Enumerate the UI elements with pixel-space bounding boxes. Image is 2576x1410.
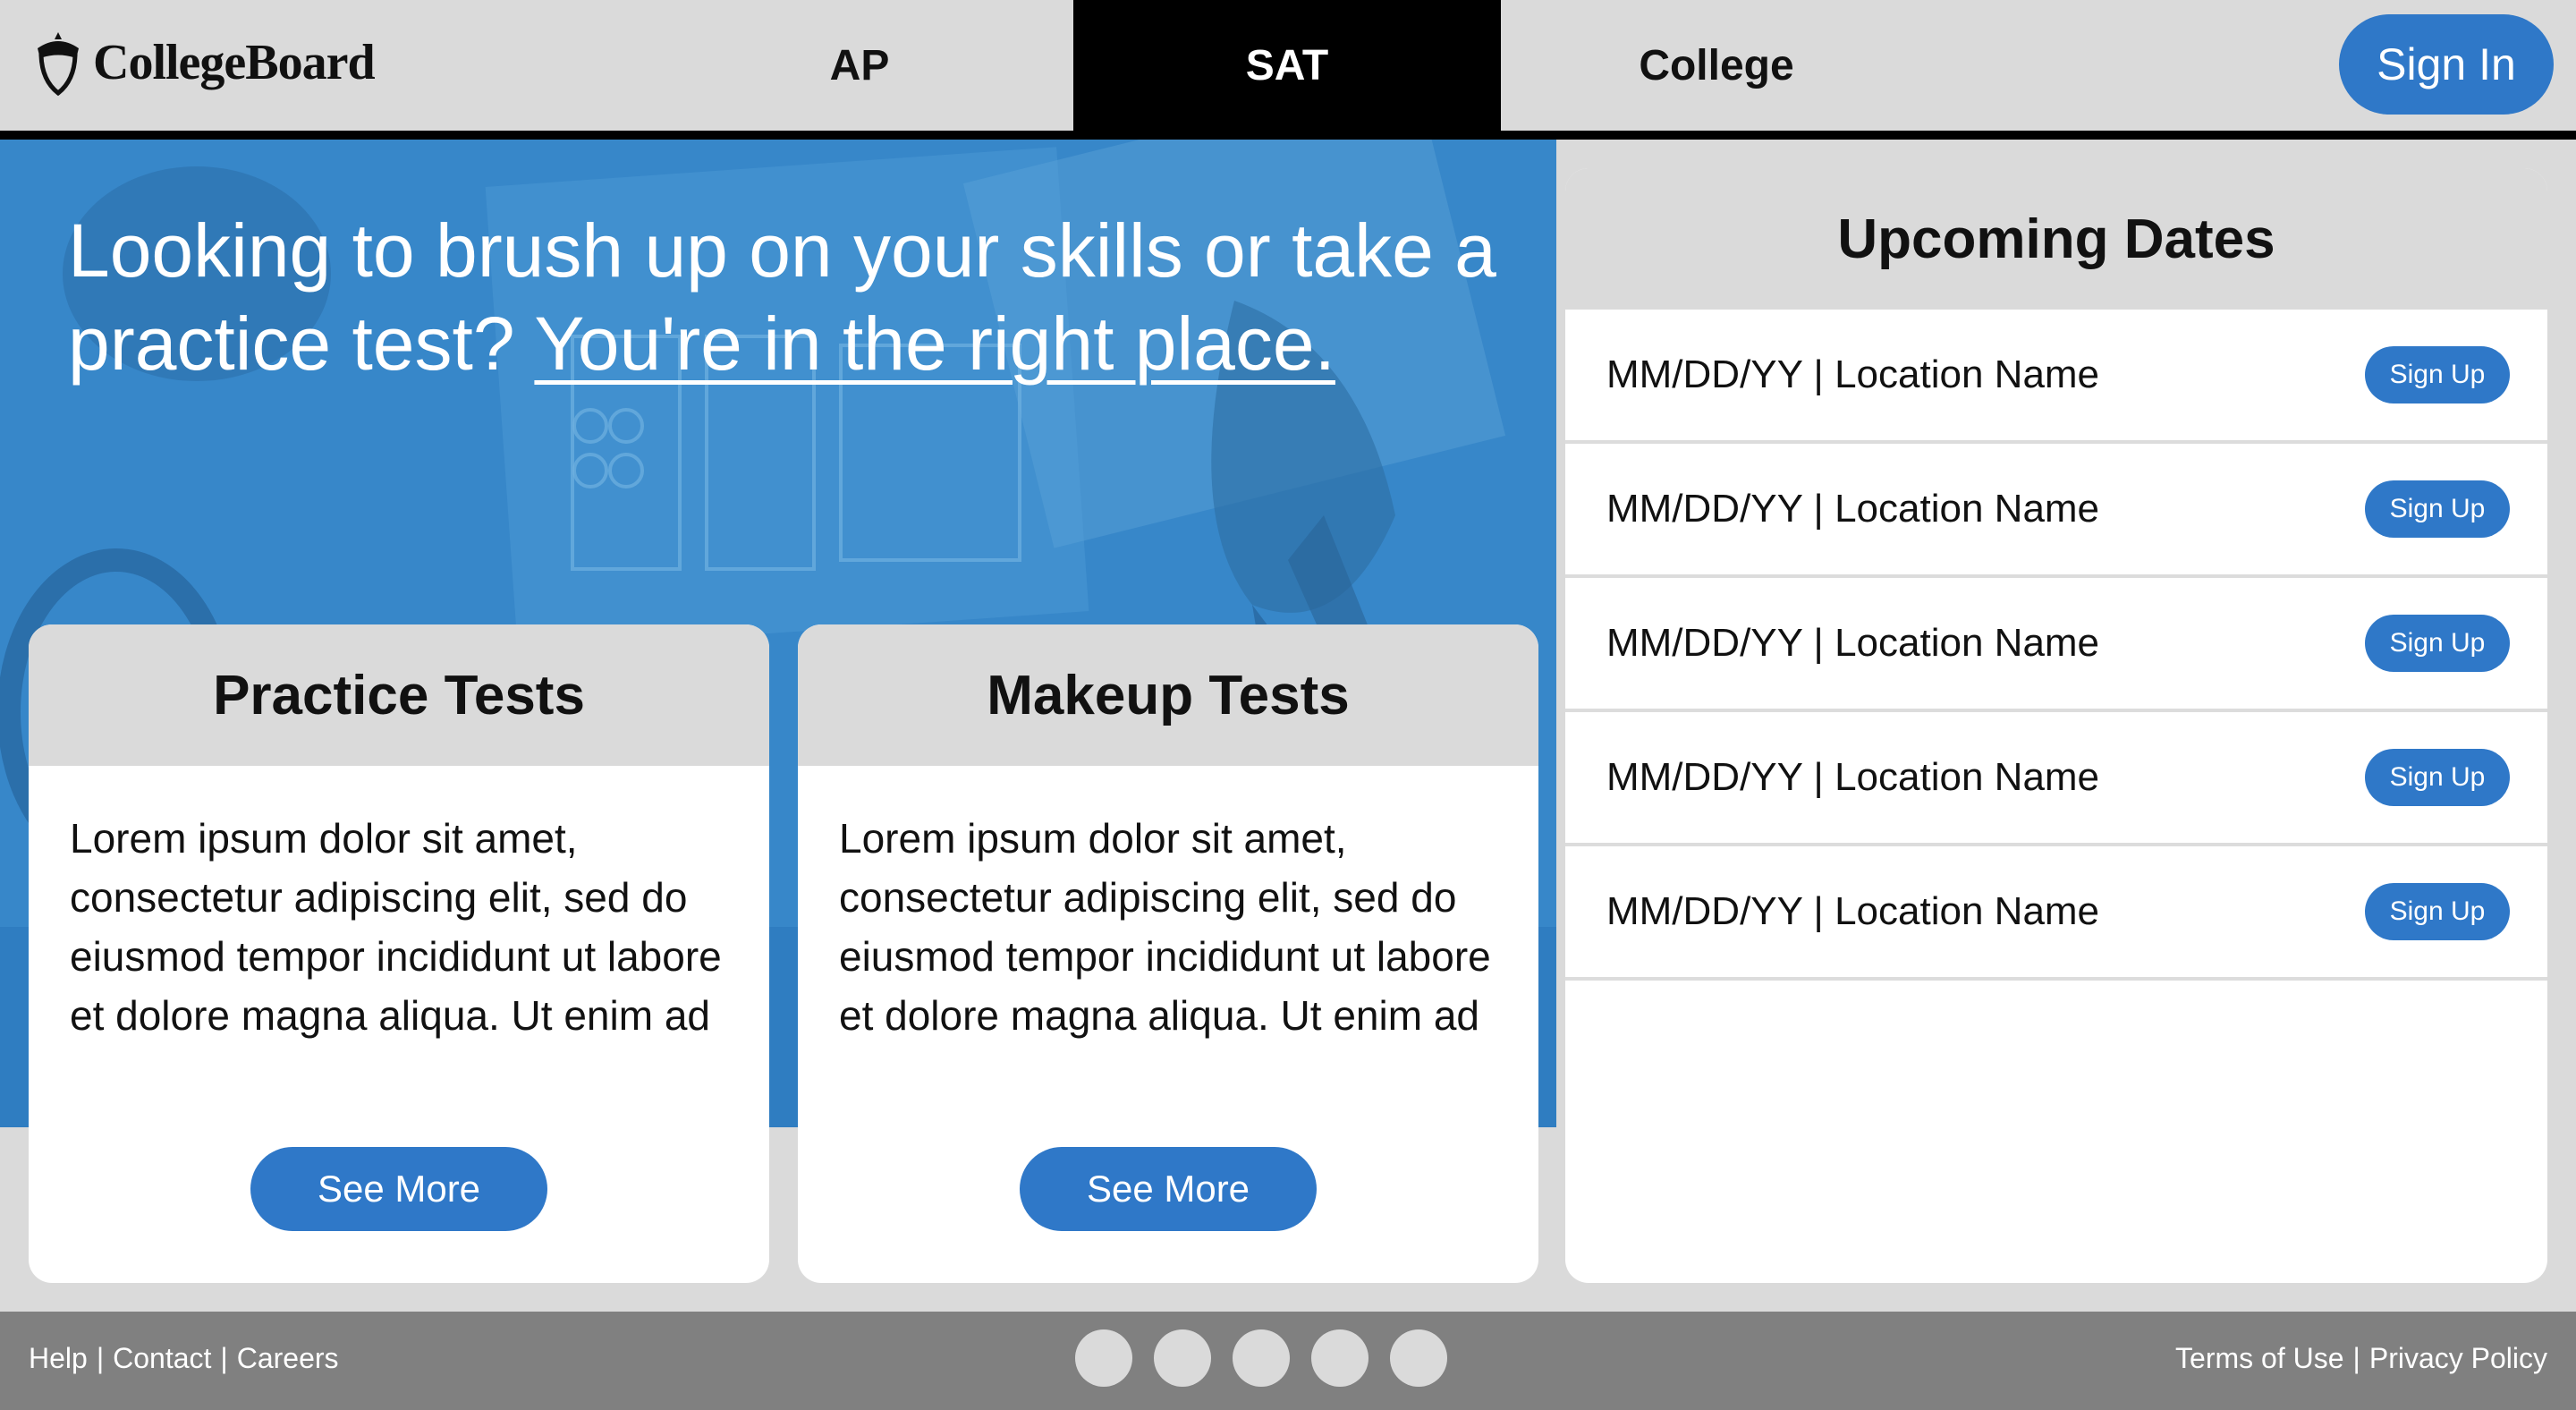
practice-tests-card: Practice Tests Lorem ipsum dolor sit ame… xyxy=(29,624,769,1283)
carousel-pagination xyxy=(1075,1329,1447,1387)
collegeboard-logo[interactable]: CollegeBoard xyxy=(32,27,376,98)
logo-text: CollegeBoard xyxy=(93,35,376,90)
top-navigation-bar: CollegeBoard AP SAT College Sign In xyxy=(0,0,2576,131)
sign-up-button[interactable]: Sign Up xyxy=(2365,749,2510,806)
hero-headline: Looking to brush up on your skills or ta… xyxy=(68,204,1535,390)
date-location-text: MM/DD/YY | Location Name xyxy=(1606,889,2100,933)
footer-link-terms[interactable]: Terms of Use xyxy=(2175,1342,2343,1375)
see-more-button[interactable]: See More xyxy=(1020,1147,1317,1231)
date-location-text: MM/DD/YY | Location Name xyxy=(1606,352,2100,396)
sign-up-button[interactable]: Sign Up xyxy=(2365,480,2510,538)
carousel-dot[interactable] xyxy=(1390,1329,1447,1387)
card-title: Practice Tests xyxy=(29,624,769,766)
footer-link-help[interactable]: Help xyxy=(29,1342,88,1375)
card-title: Makeup Tests xyxy=(798,624,1538,766)
footer-links-right: Terms of Use | Privacy Policy xyxy=(2175,1342,2547,1375)
nav-tab-college[interactable]: College xyxy=(1503,0,1930,131)
footer-separator: | xyxy=(2352,1342,2360,1374)
see-more-button[interactable]: See More xyxy=(250,1147,547,1231)
date-row: MM/DD/YY | Location Name Sign Up xyxy=(1565,578,2547,712)
acorn-icon xyxy=(38,32,79,97)
footer-separator: | xyxy=(96,1342,105,1374)
header-divider xyxy=(0,131,2576,140)
date-location-text: MM/DD/YY | Location Name xyxy=(1606,621,2100,665)
sign-up-button[interactable]: Sign Up xyxy=(2365,883,2510,940)
footer-separator: | xyxy=(220,1342,228,1374)
nav-tab-ap[interactable]: AP xyxy=(646,0,1073,131)
upcoming-dates-title: Upcoming Dates xyxy=(1565,168,2547,310)
footer-link-contact[interactable]: Contact xyxy=(113,1342,211,1375)
date-row: MM/DD/YY | Location Name Sign Up xyxy=(1565,846,2547,981)
date-location-text: MM/DD/YY | Location Name xyxy=(1606,487,2100,531)
carousel-dot[interactable] xyxy=(1075,1329,1132,1387)
footer-link-careers[interactable]: Careers xyxy=(237,1342,339,1375)
hero-headline-link[interactable]: You're in the right place. xyxy=(534,302,1335,386)
carousel-dot[interactable] xyxy=(1233,1329,1290,1387)
card-description: Lorem ipsum dolor sit amet, consectetur … xyxy=(839,815,1491,1039)
date-row: MM/DD/YY | Location Name Sign Up xyxy=(1565,310,2547,444)
footer-link-privacy[interactable]: Privacy Policy xyxy=(2369,1342,2547,1375)
upcoming-dates-panel: Upcoming Dates MM/DD/YY | Location Name … xyxy=(1565,168,2547,1283)
date-row: MM/DD/YY | Location Name Sign Up xyxy=(1565,444,2547,578)
date-row: MM/DD/YY | Location Name Sign Up xyxy=(1565,712,2547,846)
date-location-text: MM/DD/YY | Location Name xyxy=(1606,755,2100,799)
carousel-dot[interactable] xyxy=(1311,1329,1368,1387)
makeup-tests-card: Makeup Tests Lorem ipsum dolor sit amet,… xyxy=(798,624,1538,1283)
footer-links-left: Help | Contact | Careers xyxy=(29,1342,339,1375)
nav-tab-sat[interactable]: SAT xyxy=(1073,0,1501,131)
card-description: Lorem ipsum dolor sit amet, consectetur … xyxy=(70,815,722,1039)
carousel-dot[interactable] xyxy=(1154,1329,1211,1387)
sign-in-button[interactable]: Sign In xyxy=(2339,14,2554,115)
sign-up-button[interactable]: Sign Up xyxy=(2365,346,2510,403)
sign-up-button[interactable]: Sign Up xyxy=(2365,615,2510,672)
